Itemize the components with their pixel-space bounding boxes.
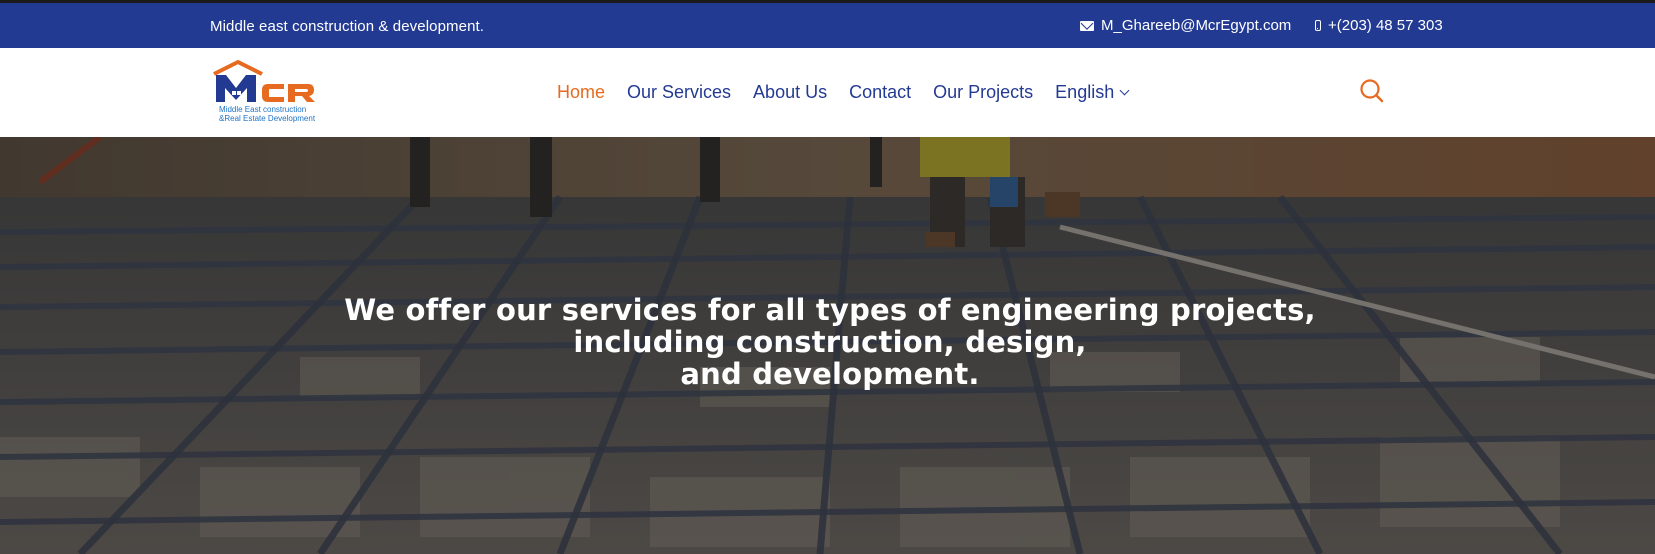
main-navbar: Middle East construction &Real Estate De…	[0, 48, 1655, 137]
hero-line-1: We offer our services for all types of e…	[344, 293, 1316, 327]
logo-subtitle-line-2: &Real Estate Development	[219, 114, 316, 123]
primary-nav: Home Our Services About Us Contact Our P…	[557, 82, 1150, 103]
logo-subtitle: Middle East construction &Real Estate De…	[219, 105, 315, 123]
nav-home[interactable]: Home	[557, 82, 605, 103]
nav-about-us[interactable]: About Us	[753, 82, 827, 103]
nav-our-services[interactable]: Our Services	[627, 82, 731, 103]
tagline: Middle east construction & development.	[210, 18, 485, 35]
hero-line-2: including construction, design,	[573, 325, 1087, 359]
language-label: English	[1055, 82, 1115, 102]
nav-our-projects[interactable]: Our Projects	[933, 82, 1033, 103]
search-icon	[1360, 79, 1384, 103]
logo-mark	[213, 60, 315, 102]
phone-icon	[1315, 20, 1321, 31]
hero-banner: We offer our services for all types of e…	[0, 137, 1655, 554]
chevron-down-icon	[1119, 85, 1130, 96]
language-dropdown[interactable]: English	[1055, 82, 1130, 103]
email-link[interactable]: M_Ghareeb@McrEgypt.com	[1080, 17, 1291, 34]
logo[interactable]: Middle East construction &Real Estate De…	[212, 58, 322, 128]
top-bar: Middle east construction & development. …	[0, 0, 1655, 48]
hero-headline: We offer our services for all types of e…	[0, 294, 1655, 390]
logo-subtitle-line-1: Middle East construction	[219, 105, 307, 114]
phone-text: +(203) 48 57 303	[1328, 17, 1443, 34]
mail-icon	[1080, 20, 1094, 31]
nav-contact[interactable]: Contact	[849, 82, 911, 103]
search-button[interactable]	[1358, 77, 1386, 105]
phone-link[interactable]: +(203) 48 57 303	[1315, 17, 1443, 34]
hero-line-3: and development.	[680, 357, 980, 391]
email-text: M_Ghareeb@McrEgypt.com	[1101, 17, 1292, 34]
